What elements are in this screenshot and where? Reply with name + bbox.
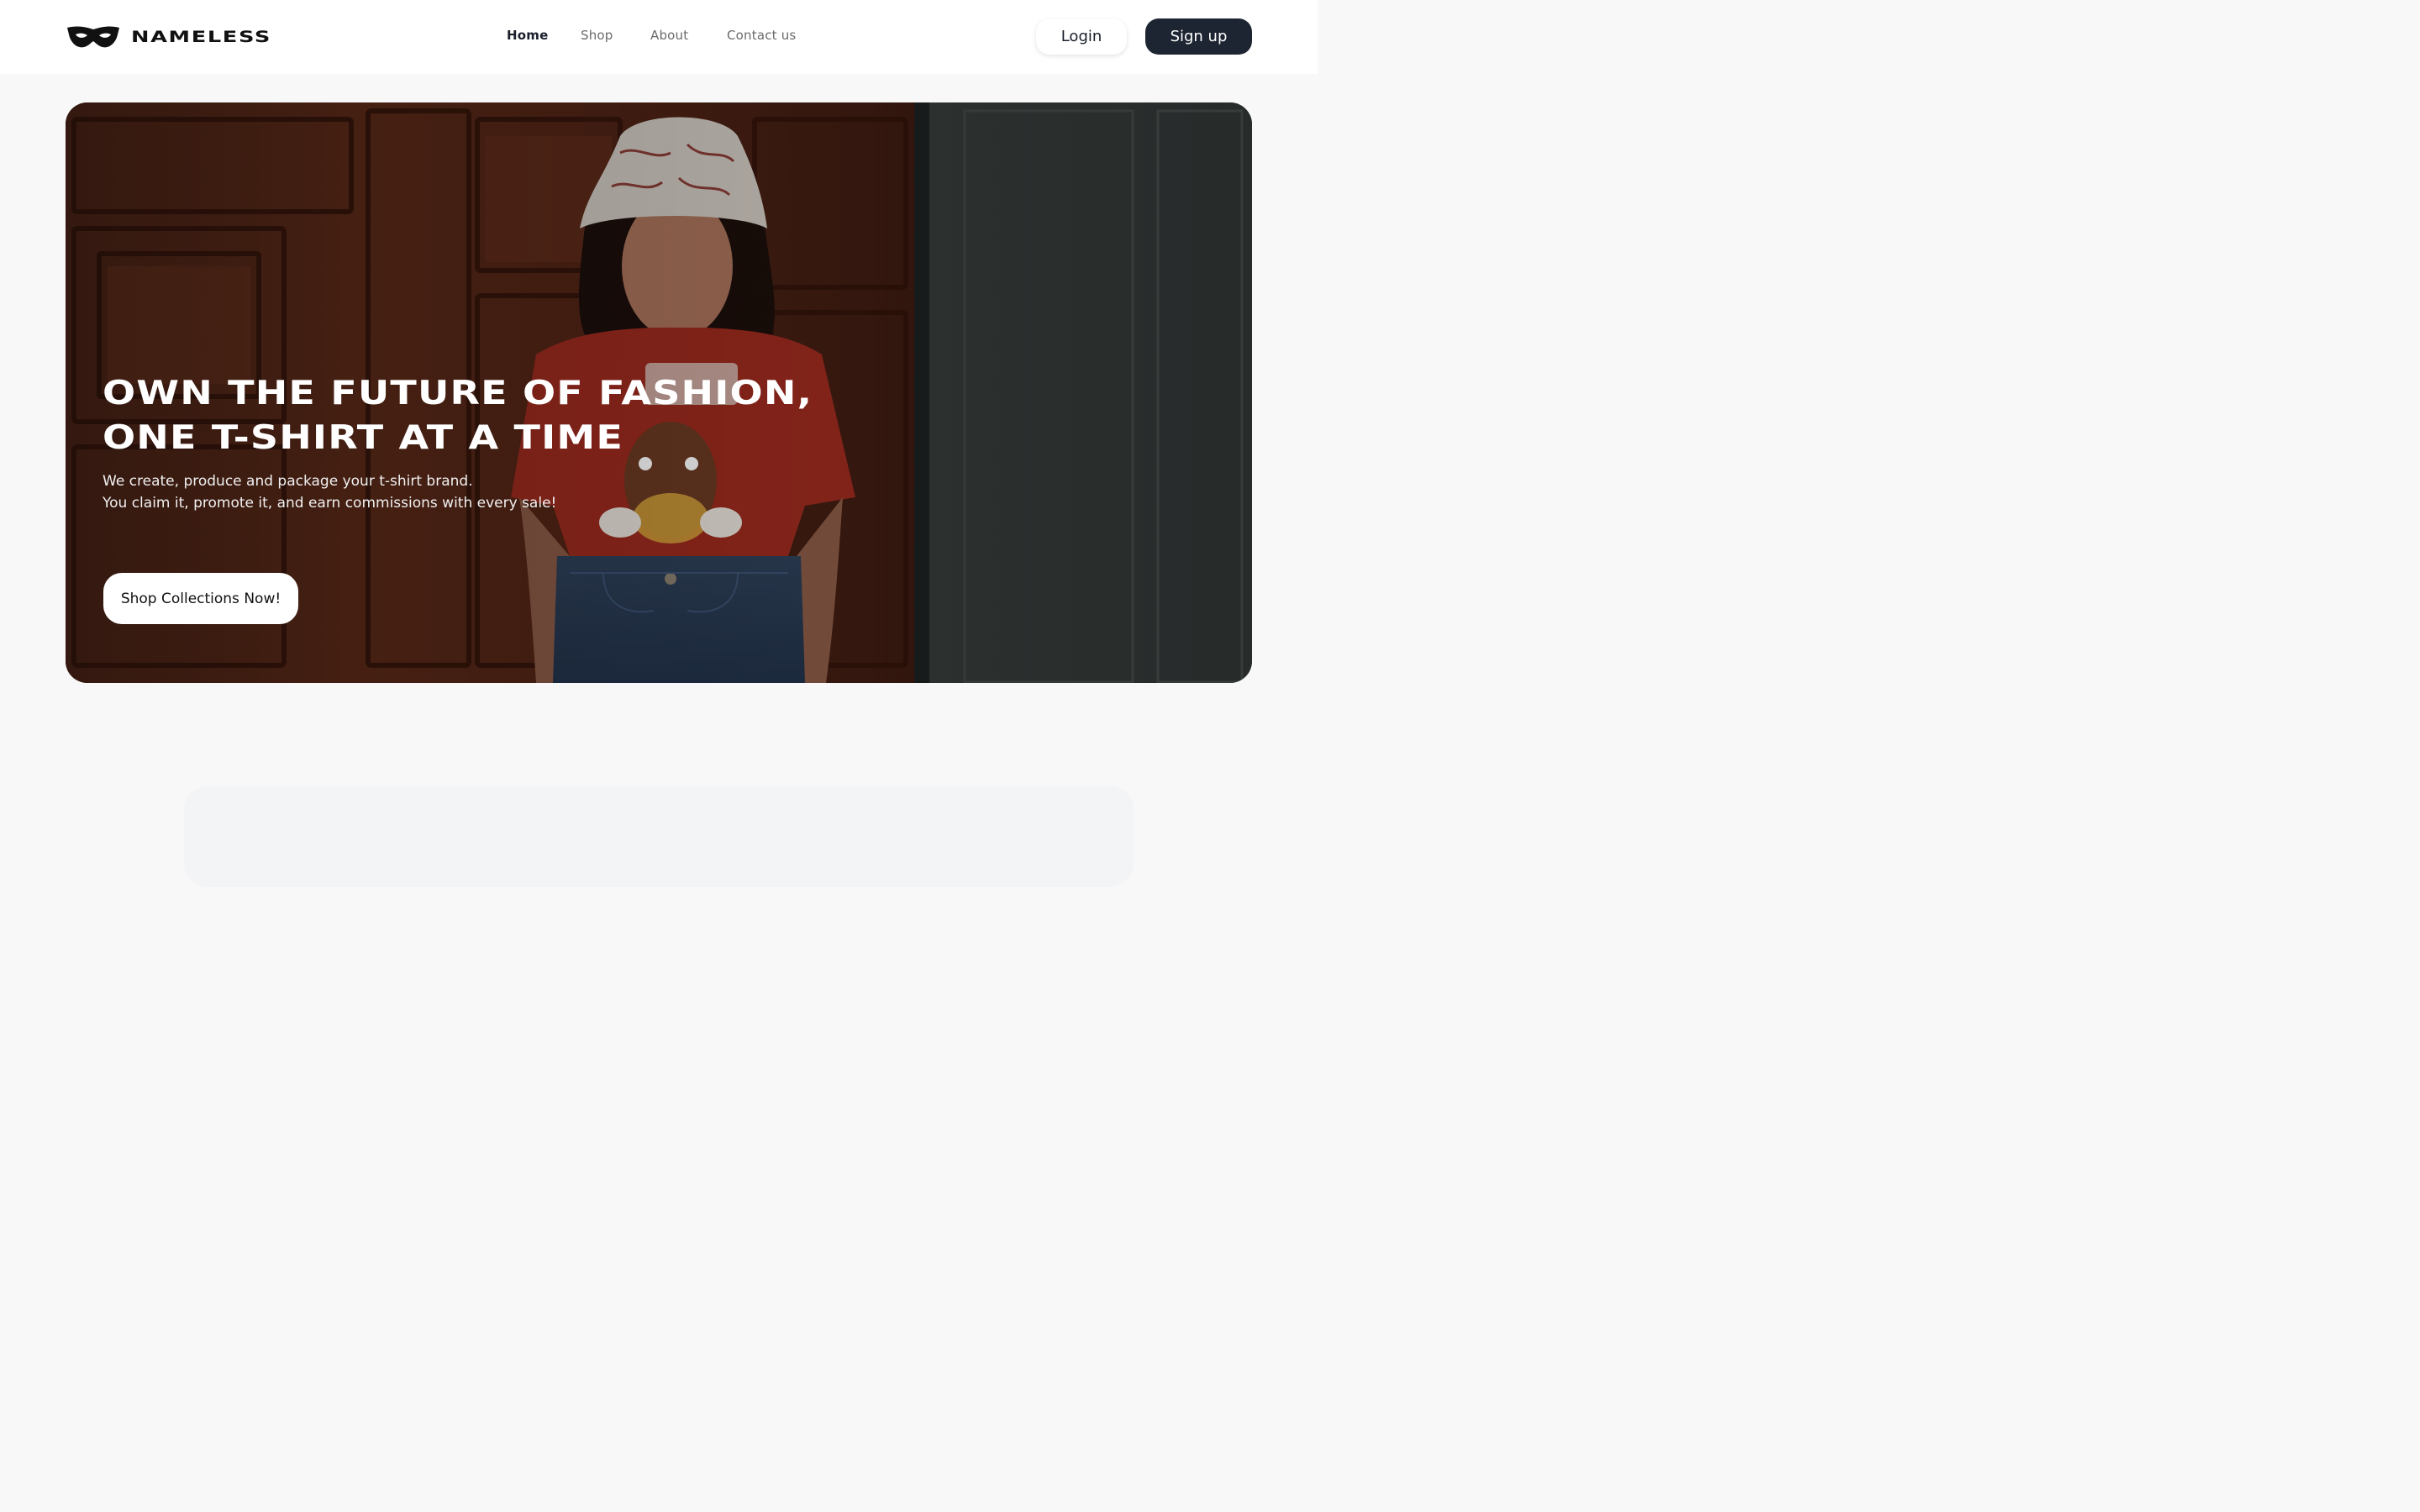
nav-link-contact[interactable]: Contact us: [727, 28, 796, 43]
shop-collections-button[interactable]: Shop Collections Now!: [103, 573, 298, 624]
nav-link-shop[interactable]: Shop: [581, 28, 613, 43]
hero-subtitle-line-1: We create, produce and package your t-sh…: [103, 473, 473, 490]
hero-title-line-1: OWN THE FUTURE OF FASHION,: [103, 375, 813, 412]
nav-link-home[interactable]: Home: [507, 28, 548, 43]
signup-button[interactable]: Sign up: [1145, 18, 1252, 55]
login-button[interactable]: Login: [1036, 18, 1127, 55]
top-navbar: NAMELESS Home Shop About Contact us Logi…: [0, 0, 1318, 74]
hero-subtitle-line-2: You claim it, promote it, and earn commi…: [103, 495, 557, 512]
hero-title: OWN THE FUTURE OF FASHION, ONE T-SHIRT A…: [103, 371, 995, 460]
hero-banner: OWN THE FUTURE OF FASHION, ONE T-SHIRT A…: [66, 102, 1252, 683]
nav-link-about[interactable]: About: [650, 28, 688, 43]
hero-title-line-2: ONE T-SHIRT AT A TIME: [103, 419, 624, 457]
hero-subtitle: We create, produce and package your t-sh…: [103, 470, 691, 514]
next-section-card: [184, 786, 1134, 887]
